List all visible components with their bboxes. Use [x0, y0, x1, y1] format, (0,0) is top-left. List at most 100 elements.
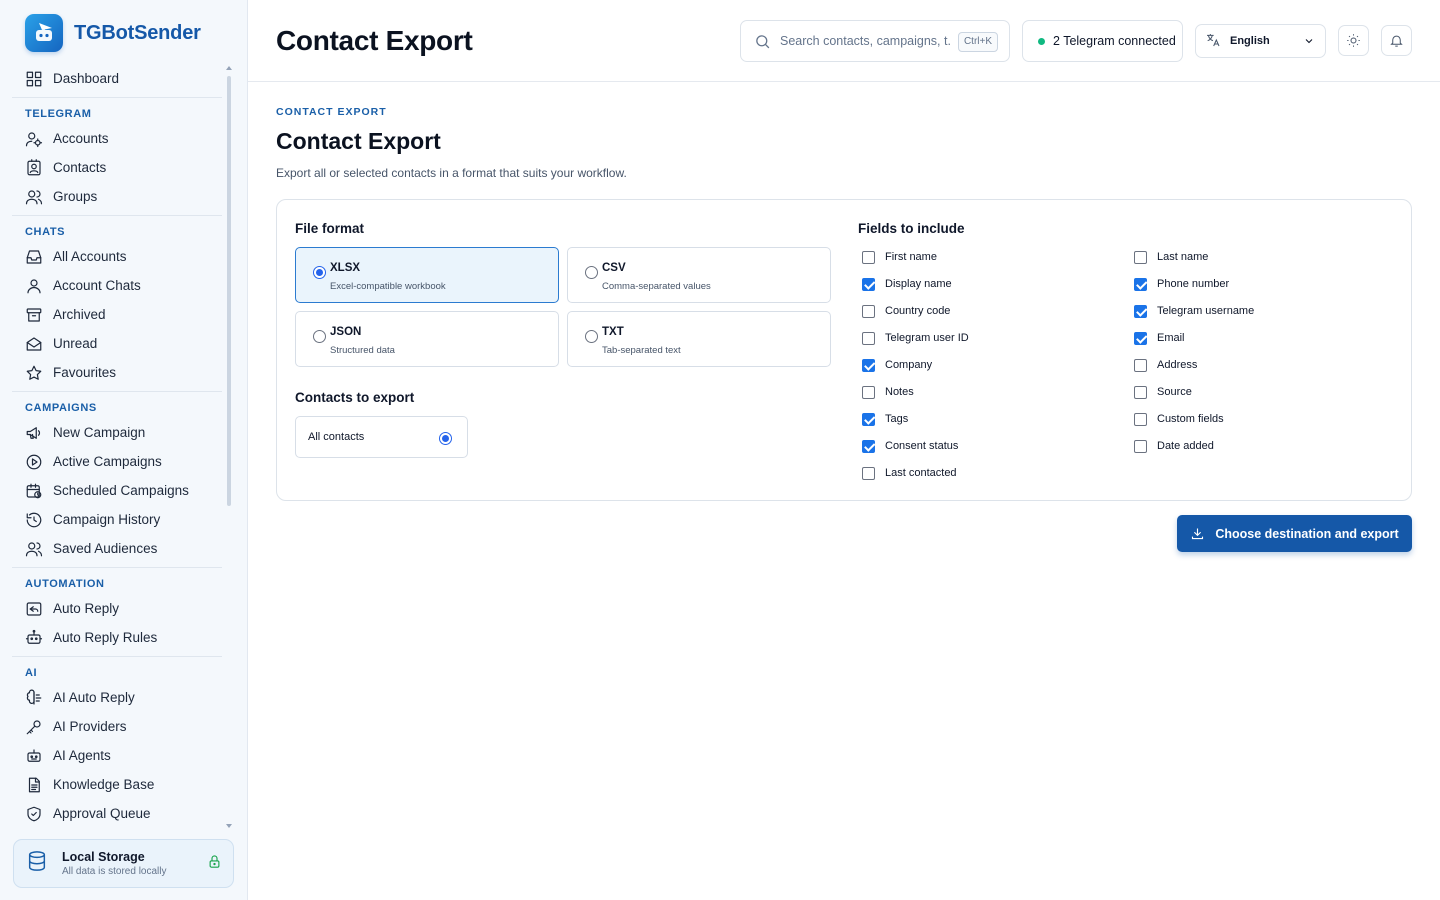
format-description: Excel-compatible workbook [330, 281, 446, 292]
local-storage-card[interactable]: Local Storage All data is stored locally [13, 839, 234, 888]
checkbox[interactable] [862, 439, 875, 453]
sidebar-item-campaign-history[interactable]: Campaign History [12, 505, 222, 534]
checkbox[interactable] [862, 277, 875, 291]
calendar-clock-icon [26, 483, 42, 498]
field-label: Phone number [1157, 278, 1230, 290]
sidebar-item-label: Auto Reply Rules [53, 630, 158, 645]
sidebar-item-active-campaigns[interactable]: Active Campaigns [12, 447, 222, 476]
field-label: Last contacted [885, 467, 957, 479]
app-name: TGBotSender [74, 21, 201, 44]
sidebar-item-scheduled-campaigns[interactable]: Scheduled Campaigns [12, 476, 222, 505]
export-button[interactable]: Choose destination and export [1177, 515, 1412, 552]
checkbox[interactable] [1134, 412, 1147, 426]
sidebar-item-unread[interactable]: Unread [12, 329, 222, 358]
checkbox[interactable] [1134, 385, 1147, 399]
sidebar-item-saved-audiences[interactable]: Saved Audiences [12, 534, 222, 563]
checkbox[interactable] [1134, 439, 1147, 453]
sidebar-item-label: Saved Audiences [53, 541, 158, 556]
notifications-button[interactable] [1381, 25, 1412, 56]
sidebar-item-new-campaign[interactable]: New Campaign [12, 418, 222, 447]
language-select[interactable]: English [1195, 24, 1326, 58]
telegram-status-button[interactable]: 2 Telegram connected [1022, 20, 1183, 62]
brand[interactable]: TGBotSender [25, 14, 201, 52]
field-telegram-user-id[interactable]: Telegram user ID [862, 330, 969, 346]
checkbox[interactable] [1134, 358, 1147, 372]
field-telegram-username[interactable]: Telegram username [1134, 303, 1254, 319]
scroll-up-icon[interactable] [226, 66, 232, 70]
sidebar-item-ai-agents[interactable]: AI Agents [12, 741, 222, 770]
database-icon [26, 850, 48, 877]
checkbox[interactable] [862, 250, 875, 264]
format-option-json[interactable]: JSON Structured data [295, 311, 559, 367]
format-option-txt[interactable]: TXT Tab-separated text [567, 311, 831, 367]
format-option-csv[interactable]: CSV Comma-separated values [567, 247, 831, 303]
field-consent-status[interactable]: Consent status [862, 438, 958, 454]
scroll-down-icon[interactable] [226, 824, 232, 828]
radio-button[interactable] [585, 330, 598, 343]
field-label: Tags [885, 413, 909, 425]
field-last-contacted[interactable]: Last contacted [862, 465, 957, 481]
sidebar-item-approval-queue[interactable]: Approval Queue [12, 799, 222, 828]
fields-to-include-title: Fields to include [858, 221, 965, 236]
radio-button[interactable] [585, 266, 598, 279]
format-option-xlsx[interactable]: XLSX Excel-compatible workbook [295, 247, 559, 303]
sidebar-item-label: Scheduled Campaigns [53, 483, 189, 498]
theme-toggle-button[interactable] [1338, 25, 1369, 56]
sidebar-item-favourites[interactable]: Favourites [12, 358, 222, 387]
global-search[interactable]: Ctrl+K [740, 20, 1010, 62]
sidebar-item-archived[interactable]: Archived [12, 300, 222, 329]
field-label: Country code [885, 305, 951, 317]
format-name: CSV [602, 262, 626, 274]
sidebar-item-all-accounts[interactable]: All Accounts [12, 242, 222, 271]
radio-button[interactable] [439, 432, 452, 445]
field-first-name[interactable]: First name [862, 249, 937, 265]
sidebar-item-ai-providers[interactable]: AI Providers [12, 712, 222, 741]
format-description: Comma-separated values [602, 281, 711, 292]
field-date-added[interactable]: Date added [1134, 438, 1214, 454]
download-icon [1192, 528, 1204, 540]
checkbox[interactable] [862, 331, 875, 345]
sidebar-item-label: Knowledge Base [53, 777, 155, 792]
sidebar-item-auto-reply-rules[interactable]: Auto Reply Rules [12, 623, 222, 652]
sidebar-item-knowledge-base[interactable]: Knowledge Base [12, 770, 222, 799]
sidebar-item-accounts[interactable]: Accounts [12, 124, 222, 153]
field-address[interactable]: Address [1134, 357, 1197, 373]
field-display-name[interactable]: Display name [862, 276, 952, 292]
checkbox[interactable] [1134, 250, 1147, 264]
sidebar-item-auto-reply[interactable]: Auto Reply [12, 594, 222, 623]
document-icon [28, 777, 40, 792]
format-name: XLSX [330, 262, 361, 274]
field-label: Display name [885, 278, 952, 290]
field-phone-number[interactable]: Phone number [1134, 276, 1229, 292]
sidebar-item-groups[interactable]: Groups [12, 182, 222, 211]
search-input[interactable] [780, 34, 950, 48]
sidebar-scrollbar[interactable] [226, 66, 232, 828]
checkbox[interactable] [1134, 304, 1147, 318]
checkbox[interactable] [862, 466, 875, 480]
field-tags[interactable]: Tags [862, 411, 908, 427]
scroll-thumb[interactable] [227, 76, 231, 506]
sidebar-item-dashboard[interactable]: Dashboard [12, 64, 222, 93]
radio-button[interactable] [313, 266, 326, 279]
sidebar-item-account-chats[interactable]: Account Chats [12, 271, 222, 300]
checkbox[interactable] [1134, 331, 1147, 345]
storage-title: Local Storage [62, 850, 145, 864]
field-last-name[interactable]: Last name [1134, 249, 1208, 265]
radio-button[interactable] [313, 330, 326, 343]
contacts-option-all[interactable]: All contacts [295, 416, 468, 458]
field-notes[interactable]: Notes [862, 384, 914, 400]
sidebar-item-ai-auto-reply[interactable]: AI Auto Reply [12, 683, 222, 712]
field-company[interactable]: Company [862, 357, 932, 373]
checkbox[interactable] [1134, 277, 1147, 291]
checkbox[interactable] [862, 385, 875, 399]
sidebar-item-contacts[interactable]: Contacts [12, 153, 222, 182]
checkbox[interactable] [862, 304, 875, 318]
checkbox[interactable] [862, 358, 875, 372]
sidebar-item-label: Account Chats [53, 278, 141, 293]
field-country-code[interactable]: Country code [862, 303, 950, 319]
field-email[interactable]: Email [1134, 330, 1185, 346]
field-custom-fields[interactable]: Custom fields [1134, 411, 1224, 427]
field-source[interactable]: Source [1134, 384, 1192, 400]
file-format-title: File format [295, 221, 365, 236]
checkbox[interactable] [862, 412, 875, 426]
